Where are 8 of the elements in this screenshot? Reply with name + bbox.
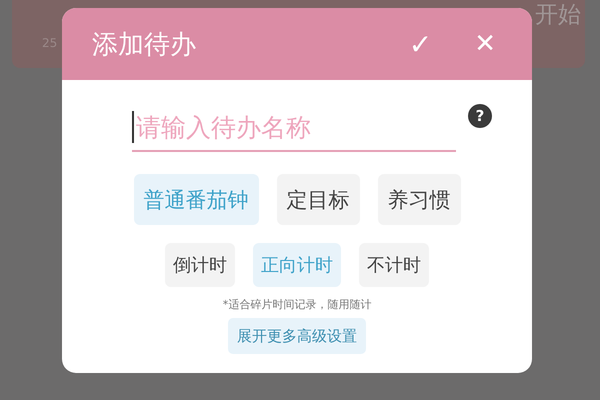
mode-option[interactable]: 定目标 bbox=[276, 174, 360, 225]
mode-option[interactable]: 养习惯 bbox=[378, 174, 460, 225]
name-input-field[interactable]: 请输入待办名称 bbox=[132, 104, 456, 152]
hint-text: *适合碎片时间记录，随用随计 bbox=[222, 297, 372, 312]
timer-option[interactable]: 不计时 bbox=[359, 243, 429, 287]
help-icon[interactable]: ? bbox=[468, 104, 492, 128]
timer-option[interactable]: 倒计时 bbox=[165, 243, 235, 287]
dialog-title: 添加待办 bbox=[92, 28, 197, 62]
